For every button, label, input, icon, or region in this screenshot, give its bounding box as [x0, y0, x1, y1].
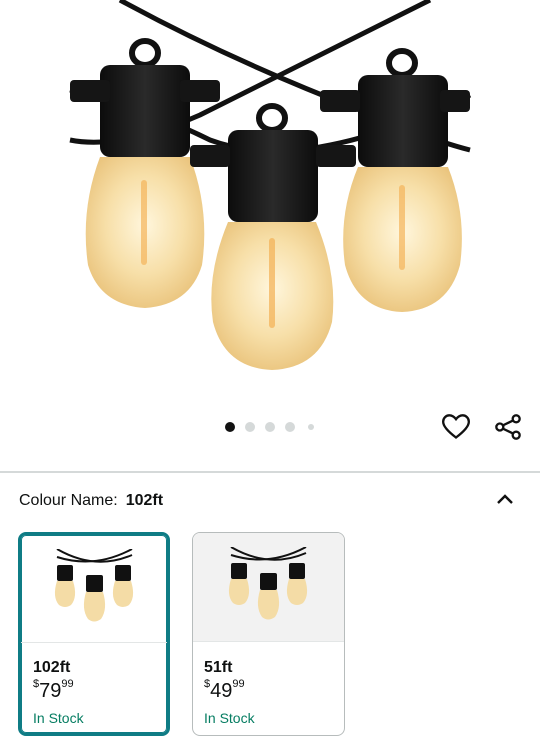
variation-option-102ft[interactable]: 102ft $7999 In Stock — [18, 532, 170, 736]
carousel-dot[interactable] — [225, 422, 235, 432]
carousel-dot[interactable] — [245, 422, 255, 432]
carousel-dot[interactable] — [308, 424, 314, 430]
variation-option-51ft[interactable]: 51ft $4999 In Stock — [192, 532, 345, 736]
share-button[interactable] — [491, 410, 525, 444]
option-name: 102ft — [33, 659, 71, 676]
option-availability: In Stock — [33, 710, 84, 726]
string-lights-illustration — [69, 0, 472, 370]
variation-header: Colour Name: 102ft — [19, 492, 163, 510]
option-name: 51ft — [204, 659, 233, 676]
variation-label: Colour Name: — [19, 492, 118, 509]
product-main-image[interactable] — [0, 0, 540, 400]
option-availability: In Stock — [204, 710, 255, 726]
option-price: $4999 — [204, 678, 245, 702]
carousel-dot[interactable] — [285, 422, 295, 432]
option-thumbnail — [21, 535, 167, 643]
collapse-button[interactable] — [492, 486, 518, 512]
string-lights-thumbnail — [228, 547, 308, 620]
variation-selected-value: 102ft — [125, 492, 164, 509]
carousel-dot[interactable] — [265, 422, 275, 432]
chevron-up-icon — [497, 494, 513, 504]
option-price: $7999 — [33, 678, 74, 702]
wishlist-button[interactable] — [439, 410, 473, 444]
string-lights-thumbnail — [54, 548, 133, 621]
heart-icon — [442, 414, 470, 439]
option-thumbnail — [193, 533, 344, 642]
section-divider — [0, 471, 540, 473]
share-icon — [495, 414, 521, 440]
